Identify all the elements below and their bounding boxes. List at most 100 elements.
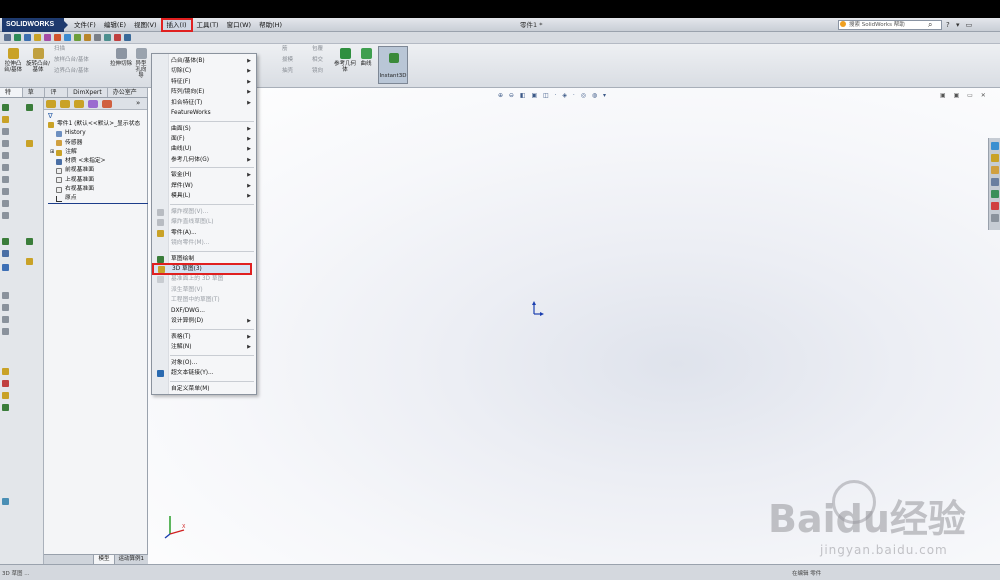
insert-menu-item[interactable]: 零件(A)... xyxy=(152,228,256,238)
insert-menu-item[interactable]: 特征(F) ▶ xyxy=(152,77,256,87)
fillet-tool-icon[interactable] xyxy=(2,176,9,183)
insert-menu-item[interactable]: 模具(L) ▶ xyxy=(152,191,256,201)
properties-icon[interactable] xyxy=(84,34,91,41)
trim-tool-icon[interactable] xyxy=(2,212,9,219)
tree-item-top-plane[interactable]: 上视基准面 xyxy=(48,176,148,185)
rotate-entities-icon[interactable] xyxy=(2,316,9,323)
insert-menu-item[interactable]: 凸台/基体(B) ▶ xyxy=(152,56,256,66)
help-search-input[interactable]: 搜索 SolidWorks 帮助 xyxy=(838,20,942,30)
repair-sketch-icon[interactable] xyxy=(2,250,9,257)
circular-pattern-icon[interactable] xyxy=(2,380,9,387)
reference-geometry-button[interactable]: 参考几何体 xyxy=(334,48,356,73)
tree-item-history[interactable]: History xyxy=(48,129,148,138)
centerline-tool-icon[interactable] xyxy=(26,258,33,265)
display-icon[interactable] xyxy=(124,34,131,41)
menu-window[interactable]: 窗口(W) xyxy=(223,18,256,32)
insert-menu-item[interactable]: 表格(T) ▶ xyxy=(152,332,256,342)
file-explorer-icon[interactable] xyxy=(991,166,999,174)
draft-button[interactable]: 拔模 xyxy=(282,56,293,64)
relations-icon[interactable] xyxy=(2,238,9,245)
rebuild-icon[interactable] xyxy=(54,34,61,41)
tree-item-material[interactable]: 材质 <未指定> xyxy=(48,157,148,166)
circle-tool-icon[interactable] xyxy=(2,128,9,135)
tab-sketch[interactable]: 草图 xyxy=(22,88,46,106)
menu-edit[interactable]: 编辑(E) xyxy=(100,18,130,32)
intersect-button[interactable]: 相交 xyxy=(312,56,323,64)
print-icon[interactable] xyxy=(34,34,41,41)
tree-item-origin[interactable]: 原点 xyxy=(48,194,148,204)
insert-menu-item[interactable]: FeatureWorks xyxy=(152,108,256,118)
search-icon[interactable]: ⌕ xyxy=(928,20,932,29)
insert-menu-item[interactable]: DXF/DWG... xyxy=(152,306,256,316)
insert-menu-item[interactable]: 切除(C) ▶ xyxy=(152,66,256,76)
search-tab-icon[interactable] xyxy=(991,178,999,186)
custom-properties-icon[interactable] xyxy=(991,214,999,222)
insert-menu-item[interactable]: 爆炸视图(V)... xyxy=(152,207,256,217)
open-icon[interactable] xyxy=(14,34,21,41)
undo-icon[interactable] xyxy=(44,34,51,41)
sweep-button[interactable]: 扫描 xyxy=(54,45,65,53)
menu-insert[interactable]: 插入(I) xyxy=(160,18,193,32)
feature-manager-tab-icon[interactable] xyxy=(46,100,56,108)
logo-arrow-icon[interactable] xyxy=(64,21,68,29)
insert-menu-item[interactable]: 参考几何体(G) ▶ xyxy=(152,155,256,165)
insert-menu-item[interactable]: 爆炸直线草图(L) xyxy=(152,217,256,227)
insert-menu-item[interactable]: 钣金(H) ▶ xyxy=(152,170,256,180)
convert-entities-icon[interactable] xyxy=(26,140,33,147)
mirror-entities-icon[interactable] xyxy=(2,292,9,299)
spline-tool-icon[interactable] xyxy=(2,152,9,159)
move-entities-icon[interactable] xyxy=(2,304,9,311)
zoom-icon[interactable] xyxy=(94,34,101,41)
menu-help[interactable]: 帮助(H) xyxy=(255,18,286,32)
curves-button[interactable]: 曲线 xyxy=(358,48,374,67)
view-icon[interactable] xyxy=(104,34,111,41)
insert-menu-item[interactable]: 面(F) ▶ xyxy=(152,134,256,144)
hole-wizard-button[interactable]: 异型孔向导 xyxy=(134,48,148,79)
insert-menu-item[interactable]: 派生草图(V) xyxy=(152,285,256,295)
expand-plus-icon[interactable]: ⊞ xyxy=(50,148,54,157)
appearances-icon[interactable] xyxy=(991,202,999,210)
polygon-tool-icon[interactable] xyxy=(2,164,9,171)
instant3d-button[interactable]: Instant3D xyxy=(378,46,408,84)
mirror-button[interactable]: 镜向 xyxy=(312,67,323,75)
shell-button[interactable]: 抽壳 xyxy=(282,67,293,75)
expand-arrow-icon[interactable]: » xyxy=(136,99,140,107)
rectangle-tool-icon[interactable] xyxy=(2,116,9,123)
quick-snaps-icon[interactable] xyxy=(2,264,9,271)
tab-evaluate[interactable]: 评估 xyxy=(45,88,69,106)
title-window-buttons[interactable]: ? ▾ ▭ xyxy=(946,18,974,32)
viewport-window-buttons[interactable]: ▣ ▣ ▭ ✕ xyxy=(940,92,989,99)
configuration-manager-tab-icon[interactable] xyxy=(74,100,84,108)
insert-menu-item[interactable]: 镜向零件(M)... xyxy=(152,238,256,248)
menu-file[interactable]: 文件(F) xyxy=(70,18,100,32)
tree-item-annotations[interactable]: ⊞ 注解 xyxy=(48,148,148,157)
wrap-button[interactable]: 包覆 xyxy=(312,45,323,53)
arc-tool-icon[interactable] xyxy=(2,140,9,147)
insert-menu-item[interactable]: 阵列/镜向(E) ▶ xyxy=(152,87,256,97)
loft-button[interactable]: 放样凸台/基体 xyxy=(54,56,89,64)
solidworks-logo[interactable]: SOLIDWORKS xyxy=(2,18,64,32)
exit-sketch-icon[interactable] xyxy=(26,104,33,111)
select-icon[interactable] xyxy=(74,34,81,41)
heads-up-view-toolbar[interactable]: ⊕ ⊖ ◧ ▣ ◫ · ◈ · ◎ ◍ ▾ xyxy=(498,92,608,99)
tree-item-part[interactable]: 零件1 (默认<<默认>_显示状态 xyxy=(48,120,148,129)
revolve-boss-button[interactable]: 旋转凸台/基体 xyxy=(26,48,50,73)
insert-menu-item[interactable]: 设计算例(D) ▶ xyxy=(152,316,256,326)
menu-item-3d-sketch[interactable]: 3D 草图(3) xyxy=(152,262,252,276)
extrude-cut-button[interactable]: 拉伸切除 xyxy=(110,48,132,67)
insert-menu-item[interactable]: 超文本链接(Y)... xyxy=(152,368,256,378)
menu-tools[interactable]: 工具(T) xyxy=(193,18,223,32)
insert-menu-item[interactable]: 注解(N) ▶ xyxy=(152,342,256,352)
display-relations-icon[interactable] xyxy=(26,238,33,245)
construction-geometry-icon[interactable] xyxy=(2,404,9,411)
insert-menu-item[interactable]: 焊件(W) ▶ xyxy=(152,181,256,191)
smart-dimension-icon[interactable] xyxy=(2,392,9,399)
dimxpert-manager-tab-icon[interactable] xyxy=(88,100,98,108)
save-icon[interactable] xyxy=(24,34,31,41)
property-manager-tab-icon[interactable] xyxy=(60,100,70,108)
boundary-boss-button[interactable]: 边界凸台/基体 xyxy=(54,67,89,75)
tab-motion-study[interactable]: 运动算例1 xyxy=(113,555,149,564)
insert-menu-item[interactable]: 自定义菜单(M) xyxy=(152,384,256,394)
insert-menu-item[interactable]: 曲面(S) ▶ xyxy=(152,124,256,134)
new-icon[interactable] xyxy=(4,34,11,41)
